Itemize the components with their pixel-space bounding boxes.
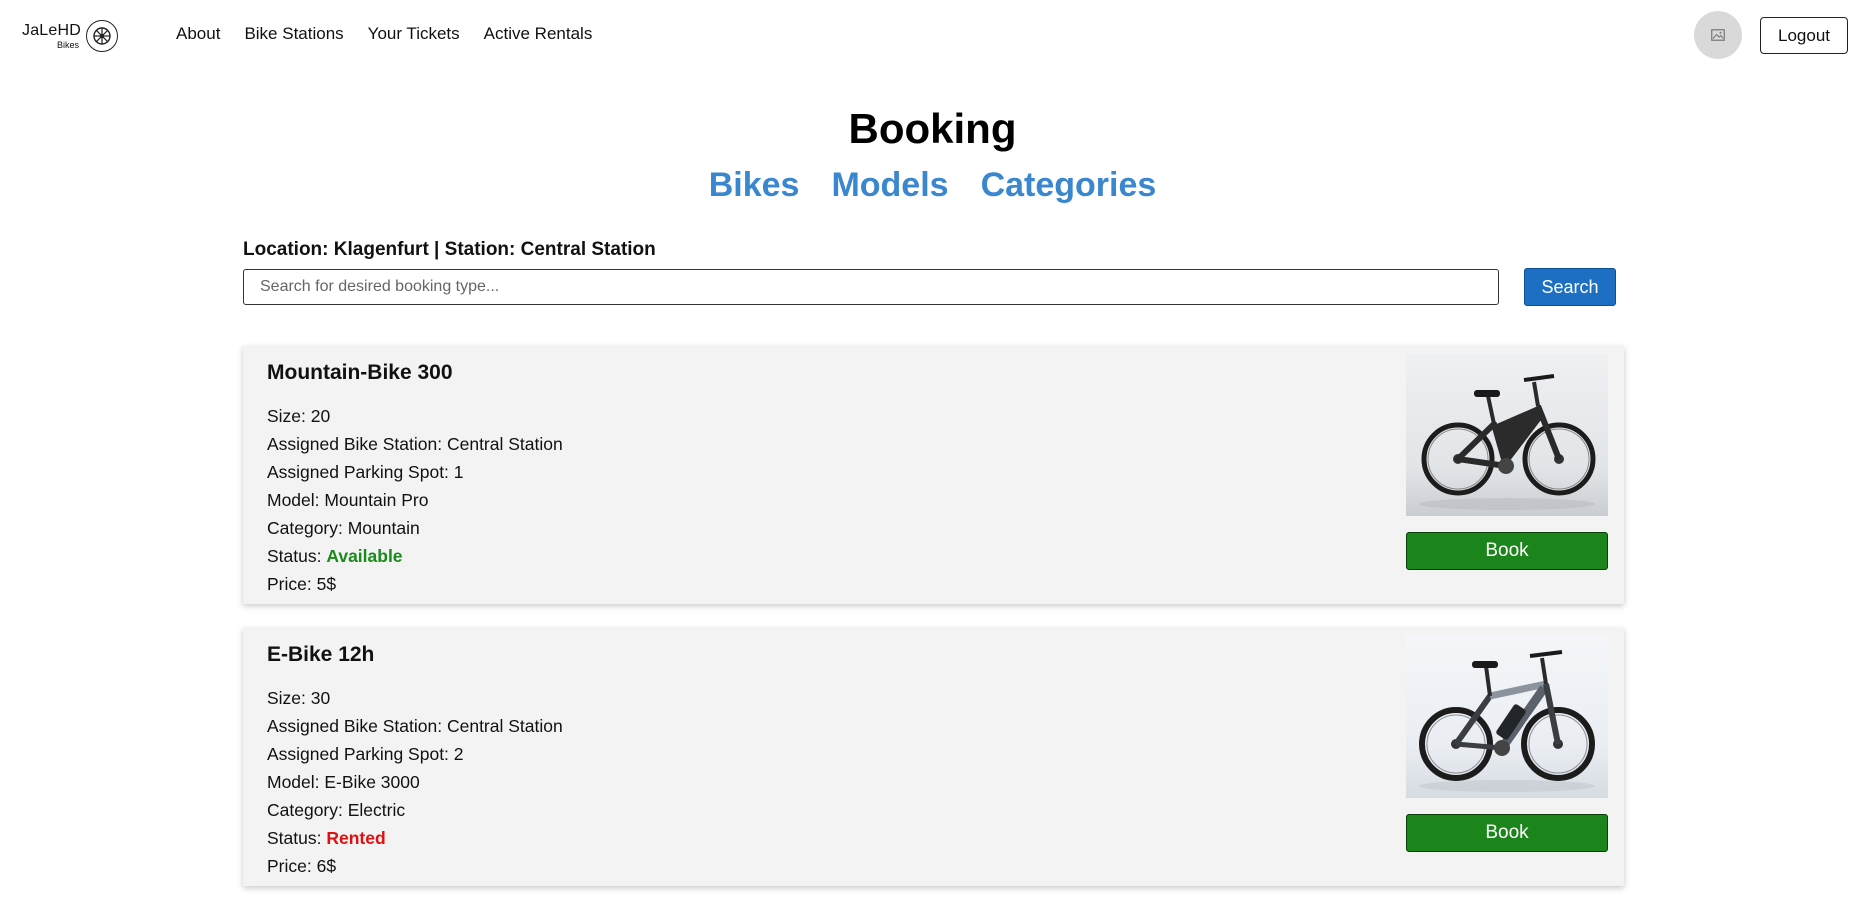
search-input[interactable] bbox=[243, 269, 1499, 305]
avatar[interactable] bbox=[1694, 11, 1742, 59]
bike-name: Mountain-Bike 300 bbox=[267, 361, 453, 384]
bike-status-row: Status: Rented bbox=[267, 824, 563, 852]
nav-link-your-tickets[interactable]: Your Tickets bbox=[368, 24, 460, 44]
logo[interactable]: JaLeHD Bikes bbox=[22, 18, 122, 54]
nav-link-bike-stations[interactable]: Bike Stations bbox=[244, 24, 343, 44]
page-title: Booking bbox=[848, 105, 1017, 152]
bike-parking-spot: Assigned Parking Spot: 2 bbox=[267, 744, 464, 764]
logo-main-text: JaLeHD bbox=[22, 22, 82, 39]
bike-image bbox=[1406, 636, 1608, 798]
tab-bikes[interactable]: Bikes bbox=[709, 166, 800, 205]
status-badge: Rented bbox=[326, 828, 386, 848]
bike-details: Size: 30 Assigned Bike Station: Central … bbox=[267, 684, 563, 880]
search-button[interactable]: Search bbox=[1524, 268, 1616, 306]
bike-details: Size: 20 Assigned Bike Station: Central … bbox=[267, 402, 563, 598]
bike-station: Assigned Bike Station: Central Station bbox=[267, 434, 563, 454]
bike-category: Category: Mountain bbox=[267, 518, 420, 538]
logout-button[interactable]: Logout bbox=[1760, 17, 1848, 54]
bike-size: Size: 30 bbox=[267, 688, 331, 708]
bike-image bbox=[1406, 354, 1608, 516]
status-badge: Available bbox=[326, 546, 403, 566]
bike-category: Category: Electric bbox=[267, 800, 406, 820]
book-button[interactable]: Book bbox=[1406, 814, 1608, 852]
bike-model: Model: E-Bike 3000 bbox=[267, 772, 420, 792]
bike-card: Mountain-Bike 300 Size: 20 Assigned Bike… bbox=[243, 346, 1624, 604]
logo-text: JaLeHD Bikes bbox=[22, 20, 82, 52]
bike-model: Model: Mountain Pro bbox=[267, 490, 429, 510]
nav-link-active-rentals[interactable]: Active Rentals bbox=[484, 24, 593, 44]
bike-price: Price: 6$ bbox=[267, 856, 337, 876]
nav-links: About Bike Stations Your Tickets Active … bbox=[176, 24, 616, 44]
bike-parking-spot: Assigned Parking Spot: 1 bbox=[267, 462, 464, 482]
tab-models[interactable]: Models bbox=[831, 166, 948, 205]
bike-card: E-Bike 12h Size: 30 Assigned Bike Statio… bbox=[243, 628, 1624, 886]
bike-status-row: Status: Available bbox=[267, 542, 563, 570]
tab-categories[interactable]: Categories bbox=[981, 166, 1157, 205]
nav-link-about[interactable]: About bbox=[176, 24, 220, 44]
location-station-label: Location: Klagenfurt | Station: Central … bbox=[243, 239, 656, 260]
bike-status-label: Status: bbox=[267, 828, 327, 848]
bike-price: Price: 5$ bbox=[267, 574, 337, 594]
bike-size: Size: 20 bbox=[267, 406, 331, 426]
booking-tabs: Bikes Models Categories bbox=[0, 166, 1865, 205]
book-button[interactable]: Book bbox=[1406, 532, 1608, 570]
image-placeholder-icon bbox=[1711, 29, 1725, 41]
logo-sub-text: Bikes bbox=[57, 40, 80, 50]
navbar: JaLeHD Bikes About Bike Stations Your Ti… bbox=[0, 0, 1865, 70]
bike-status-label: Status: bbox=[267, 546, 327, 566]
bike-station: Assigned Bike Station: Central Station bbox=[267, 716, 563, 736]
bike-name: E-Bike 12h bbox=[267, 643, 375, 666]
bike-wheel-icon bbox=[86, 20, 118, 52]
